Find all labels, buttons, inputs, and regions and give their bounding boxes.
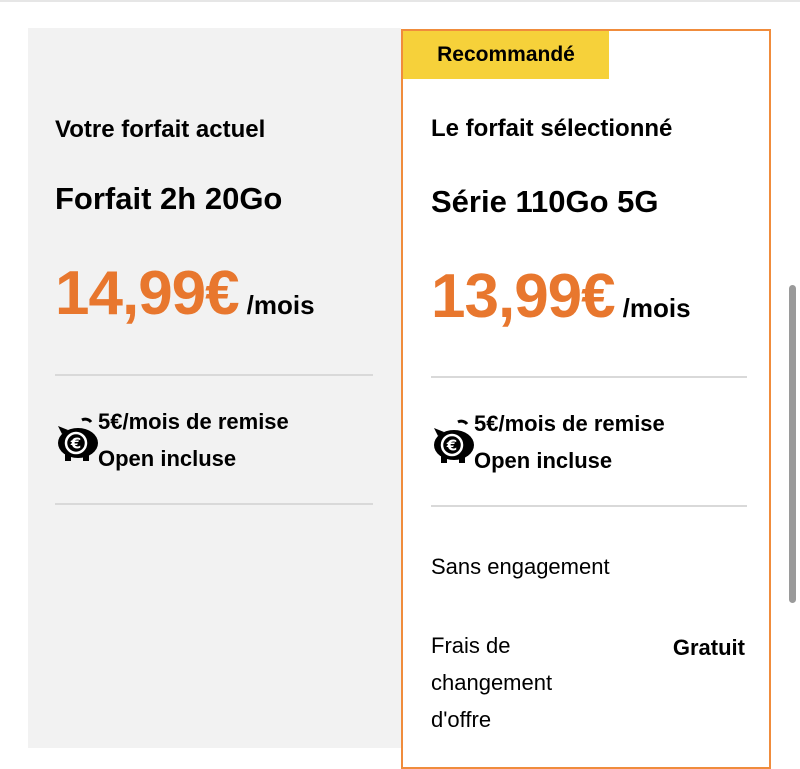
piggy-bank-euro-icon: €	[58, 417, 98, 461]
current-promo-line1: 5€/mois de remise	[98, 409, 289, 434]
divider	[55, 374, 373, 376]
fee-label-line3: d'offre	[431, 707, 492, 732]
fee-label: Frais de changement d'offre	[431, 627, 552, 738]
fee-label-line1: Frais de	[431, 633, 511, 658]
fee-value: Gratuit	[672, 635, 745, 660]
commitment-text: Sans engagement	[431, 554, 610, 579]
top-divider	[0, 0, 800, 2]
recommended-badge: Recommandé	[403, 31, 609, 79]
selected-promo-line1: 5€/mois de remise	[474, 411, 665, 436]
divider	[431, 376, 747, 378]
svg-text:€: €	[70, 435, 81, 453]
selected-plan-card: Recommandé Le forfait sélectionné Série …	[401, 29, 771, 769]
piggy-bank-euro-icon: €	[434, 419, 474, 463]
selected-price-amount: 13,99€	[431, 262, 616, 331]
selected-promo: € 5€/mois de remise Open incluse	[428, 405, 665, 479]
selected-promo-line2: Open incluse	[474, 448, 613, 473]
selected-plan-price: 13,99€ /mois	[431, 261, 691, 332]
current-price-amount: 14,99€	[55, 259, 240, 328]
fee-label-line2: changement	[431, 670, 553, 695]
current-promo-line2: Open incluse	[98, 446, 237, 471]
divider	[55, 503, 373, 505]
selected-plan-heading: Le forfait sélectionné	[431, 115, 673, 142]
selected-promo-text: 5€/mois de remise Open incluse	[474, 405, 665, 479]
current-plan-card: Votre forfait actuel Forfait 2h 20Go 14,…	[28, 28, 401, 748]
selected-price-unit: /mois	[622, 293, 691, 323]
current-promo: € 5€/mois de remise Open incluse	[52, 403, 289, 477]
svg-text:€: €	[446, 437, 457, 455]
current-plan-name: Forfait 2h 20Go	[55, 181, 283, 216]
current-plan-heading: Votre forfait actuel	[55, 116, 266, 143]
current-price-unit: /mois	[246, 290, 315, 320]
selected-plan-name: Série 110Go 5G	[431, 184, 659, 219]
divider	[431, 505, 747, 507]
scrollbar-thumb[interactable]	[789, 285, 796, 603]
current-promo-text: 5€/mois de remise Open incluse	[98, 403, 289, 477]
current-plan-price: 14,99€ /mois	[55, 258, 315, 329]
